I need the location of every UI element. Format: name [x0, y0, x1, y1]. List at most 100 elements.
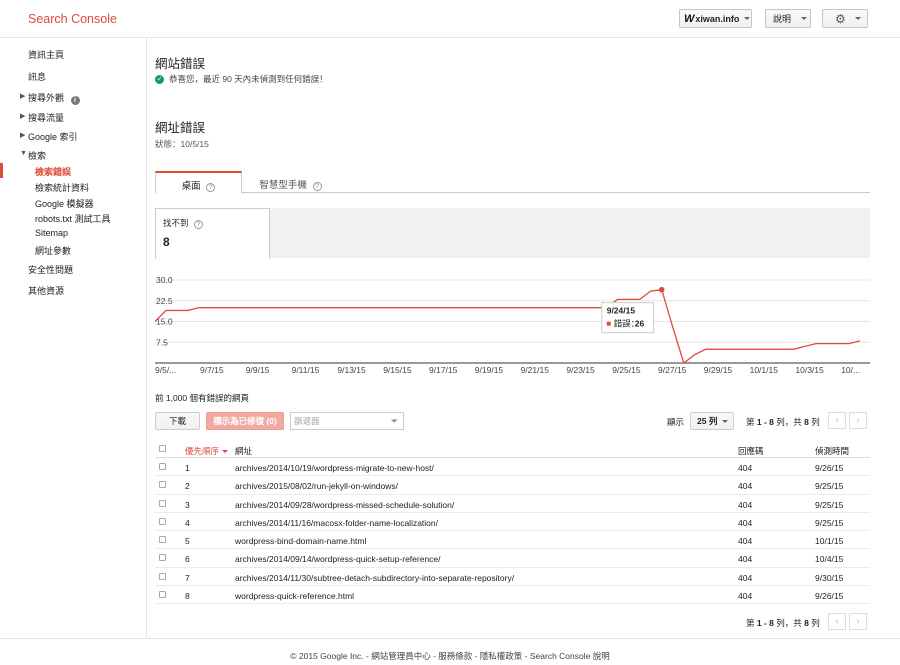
- sidebar-item-dashboard[interactable]: 資訊主頁: [28, 48, 64, 61]
- help-icon[interactable]: ?: [312, 182, 322, 191]
- cell-response-code: 404: [738, 572, 753, 583]
- next-page-button[interactable]: ›: [849, 412, 867, 429]
- table-row[interactable]: 4 archives/2014/11/16/macosx-folder-name-…: [155, 513, 870, 532]
- cell-detected: 9/26/15: [815, 591, 844, 602]
- row-checkbox[interactable]: [159, 517, 166, 525]
- column-url[interactable]: 網址: [235, 445, 252, 457]
- x-tick-label: 10/...: [841, 365, 860, 375]
- mark-as-fixed-button[interactable]: 標示為已修復 (0): [206, 412, 284, 430]
- cell-priority: 4: [185, 517, 190, 528]
- help-button[interactable]: 說明: [765, 9, 811, 28]
- row-checkbox[interactable]: [159, 481, 166, 489]
- device-tabs: 桌面 ? 智慧型手機 ?: [155, 171, 870, 194]
- sidebar-item-crawl-errors[interactable]: 檢索錯誤: [35, 165, 71, 178]
- sidebar-item-crawl[interactable]: ▼ 檢索: [20, 149, 46, 162]
- metric-label-text: 找不到: [163, 218, 189, 228]
- cell-response-code: 404: [738, 591, 753, 602]
- help-icon[interactable]: ?: [193, 220, 203, 229]
- column-detected[interactable]: 偵測時間: [815, 445, 849, 457]
- info-icon[interactable]: i: [70, 96, 80, 105]
- chevron-down-icon: [744, 17, 751, 20]
- chevron-right-icon: ›: [856, 415, 860, 426]
- pagination-suffix: 列: [808, 618, 820, 628]
- tooltip-value: 26: [635, 319, 645, 329]
- column-response-code[interactable]: 回應碼: [738, 445, 764, 457]
- cell-url[interactable]: archives/2014/11/16/macosx-folder-name-l…: [235, 518, 438, 528]
- funnel-icon: ⏷: [390, 416, 398, 426]
- row-checkbox[interactable]: [159, 463, 166, 470]
- cell-detected: 10/4/15: [815, 554, 844, 565]
- cell-detected: 9/30/15: [815, 572, 844, 583]
- cell-url[interactable]: wordpress-quick-reference.html: [235, 591, 354, 601]
- cell-url[interactable]: archives/2014/09/28/wordpress-missed-sch…: [235, 500, 454, 510]
- sidebar-item-robots-tester[interactable]: robots.txt 測試工具: [35, 212, 111, 225]
- cell-priority: 8: [185, 591, 190, 602]
- metric-not-found[interactable]: 找不到 ? 8: [155, 208, 270, 259]
- prev-page-button[interactable]: ‹: [828, 412, 846, 429]
- select-all-checkbox[interactable]: [159, 445, 166, 452]
- help-icon[interactable]: ?: [206, 183, 216, 192]
- table-row[interactable]: 5 wordpress-bind-domain-name.html 404 10/1/…: [155, 531, 870, 550]
- download-button[interactable]: 下載: [155, 412, 200, 430]
- url-errors-title: 網址錯誤: [155, 121, 206, 135]
- x-tick-label: 9/11/15: [292, 365, 320, 375]
- sidebar-item-crawl-stats[interactable]: 檢索統計資料: [35, 181, 89, 194]
- chevron-left-icon: ‹: [835, 616, 839, 627]
- x-tick-label: 9/7/15: [200, 365, 224, 375]
- table-row[interactable]: 1 archives/2014/10/19/wordpress-migrate-t…: [155, 458, 870, 477]
- table-row[interactable]: 8 wordpress-quick-reference.html 404 9/26/1…: [155, 586, 870, 605]
- table-row[interactable]: 7 archives/2014/11/30/subtree-detach-subd…: [155, 568, 870, 587]
- sidebar-item-fetch-as-google[interactable]: Google 模擬器: [35, 197, 94, 210]
- cell-url[interactable]: archives/2015/08/02/run-jekyll-on-window…: [235, 481, 398, 491]
- site-errors-title: 網站錯誤: [155, 57, 206, 71]
- errors-line-chart[interactable]: 30.022.515.07.59/5/... 9/7/15 9/9/15 9/11/1…: [155, 270, 870, 380]
- cell-url[interactable]: archives/2014/11/30/subtree-detach-subdi…: [235, 573, 514, 583]
- sidebar-item-url-parameters[interactable]: 網址參數: [35, 244, 71, 257]
- tab-label: 桌面: [181, 181, 201, 192]
- table-header-row: 優先順序 網址 回應碼 偵測時間: [155, 440, 870, 458]
- site-selector[interactable]: W xiwan.info: [679, 9, 752, 28]
- prev-page-button-bottom[interactable]: ‹: [828, 613, 846, 630]
- sidebar-item-sitemap[interactable]: Sitemap: [35, 228, 68, 238]
- next-page-button-bottom[interactable]: ›: [849, 613, 867, 630]
- rows-per-page-value: 25 列: [697, 416, 718, 426]
- expand-arrow-icon: ▶: [20, 113, 26, 120]
- cell-response-code: 404: [738, 463, 753, 473]
- sidebar-item-search-appearance[interactable]: ▶ 搜尋外觀 i: [20, 91, 80, 105]
- site-logo-icon: W: [684, 12, 694, 25]
- sidebar-item-label: 搜尋外觀: [28, 93, 65, 103]
- sidebar-item-google-index[interactable]: ▶ Google 索引: [20, 130, 78, 143]
- sidebar-item-other-resources[interactable]: 其他資源: [28, 284, 64, 297]
- filter-input[interactable]: 篩選器 ⏷: [290, 412, 404, 430]
- column-priority[interactable]: 優先順序: [185, 445, 229, 457]
- sidebar-item-messages[interactable]: 訊息: [28, 70, 46, 83]
- x-tick-label: 9/23/15: [566, 365, 595, 375]
- pagination-range: 1 - 8: [756, 417, 774, 427]
- chevron-left-icon: ‹: [835, 415, 839, 426]
- filter-placeholder: 篩選器: [294, 416, 320, 426]
- tab-desktop[interactable]: 桌面 ?: [155, 171, 242, 194]
- row-checkbox[interactable]: [159, 591, 166, 599]
- row-checkbox[interactable]: [159, 572, 166, 580]
- sidebar-item-security-issues[interactable]: 安全性問題: [28, 263, 73, 276]
- cell-response-code: 404: [738, 481, 753, 492]
- site-name: xiwan.info: [695, 13, 740, 24]
- table-row[interactable]: 6 archives/2014/09/14/wordpress-quick-set…: [155, 549, 870, 568]
- row-checkbox[interactable]: [159, 536, 166, 544]
- brand-logo[interactable]: Search Console: [28, 12, 117, 26]
- cell-url[interactable]: wordpress-bind-domain-name.html: [235, 536, 366, 546]
- cell-url[interactable]: archives/2014/09/14/wordpress-quick-setu…: [235, 554, 441, 564]
- x-tick-label: 10/3/15: [795, 365, 824, 375]
- pagination-suffix: 列: [808, 417, 820, 427]
- table-row[interactable]: 3 archives/2014/09/28/wordpress-missed-sc…: [155, 495, 870, 513]
- tab-smartphone[interactable]: 智慧型手機 ?: [253, 171, 328, 193]
- row-checkbox[interactable]: [159, 554, 166, 562]
- tooltip-swatch: [606, 321, 611, 326]
- cell-detected: 10/1/15: [815, 536, 844, 547]
- cell-url[interactable]: archives/2014/10/19/wordpress-migrate-to…: [235, 463, 434, 473]
- row-checkbox[interactable]: [159, 499, 166, 507]
- rows-per-page-select[interactable]: 25 列: [690, 412, 734, 430]
- table-row[interactable]: 2 archives/2015/08/02/run-jekyll-on-windo…: [155, 476, 870, 495]
- settings-button[interactable]: ⚙: [822, 9, 868, 28]
- sidebar-item-search-traffic[interactable]: ▶ 搜尋流量: [20, 111, 64, 124]
